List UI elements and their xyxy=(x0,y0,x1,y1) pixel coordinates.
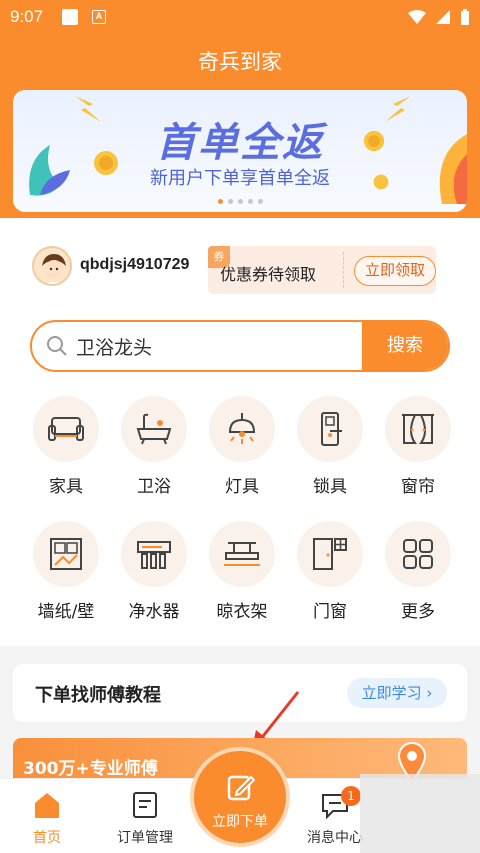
category-label: 窗帘 xyxy=(401,477,435,497)
category-label: 门窗 xyxy=(313,602,347,622)
lock-icon xyxy=(321,412,342,446)
coupon-card[interactable]: 券 优惠券待领取 立即领取 xyxy=(208,246,436,294)
curtain-icon xyxy=(402,414,434,444)
wifi-icon xyxy=(408,10,426,24)
nav-orders[interactable]: 订单管理 xyxy=(100,789,190,847)
learn-now-label: 立即学习 xyxy=(361,684,422,702)
page-title: 奇兵到家 xyxy=(198,50,282,74)
place-order-label: 立即下单 xyxy=(212,814,268,830)
status-icons xyxy=(408,9,470,25)
category-item[interactable]: 卫浴 xyxy=(110,396,198,497)
category-item[interactable]: 门窗 xyxy=(286,521,374,622)
water-purifier-icon xyxy=(137,541,171,569)
user-row: qbdjsj4910729 券 优惠券待领取 立即领取 xyxy=(32,246,452,294)
main-content: qbdjsj4910729 券 优惠券待领取 立即领取 搜索 家具 卫浴 xyxy=(0,218,480,646)
keyboard-icon: A xyxy=(92,10,106,24)
category-label: 晾衣架 xyxy=(216,602,268,622)
chevron-right-icon: › xyxy=(426,684,433,702)
promo-banner[interactable]: 首单全返 新用户下单享首单全返 xyxy=(13,90,467,212)
carousel-dot xyxy=(227,199,233,204)
tutorial-title: 下单找师傅教程 xyxy=(35,685,161,706)
promo-text: 300万+专业师傅 xyxy=(23,759,158,779)
lamp-icon xyxy=(228,413,256,444)
search-button[interactable]: 搜索 xyxy=(362,322,448,370)
category-icon-bg xyxy=(297,396,363,462)
search-icon xyxy=(47,336,67,356)
carousel-indicator xyxy=(13,199,467,204)
category-label: 净水器 xyxy=(128,602,180,622)
category-item[interactable]: 更多 xyxy=(374,521,462,622)
watermark-overlay xyxy=(360,774,480,853)
category-item[interactable]: 家具 xyxy=(22,396,110,497)
category-icon-bg xyxy=(297,521,363,587)
battery-icon xyxy=(461,9,469,25)
category-label: 墙纸/壁 xyxy=(37,602,95,622)
notification-icon xyxy=(62,9,78,25)
wallpaper-icon xyxy=(50,538,82,570)
category-item[interactable]: 墙纸/壁 xyxy=(22,521,110,622)
banner-subtitle: 新用户下单享首单全返 xyxy=(150,168,330,189)
category-label: 卫浴 xyxy=(137,477,171,497)
nav-home-label: 首页 xyxy=(33,830,61,846)
category-icon-bg xyxy=(121,521,187,587)
status-time: 9:07 xyxy=(10,7,44,26)
message-badge: 1 xyxy=(341,786,361,806)
category-icon-bg xyxy=(385,521,451,587)
category-label: 锁具 xyxy=(313,477,347,497)
grid-icon xyxy=(403,539,433,569)
place-order-button[interactable]: 立即下单 xyxy=(190,747,290,847)
sofa-icon xyxy=(48,417,84,441)
category-label: 灯具 xyxy=(225,477,259,497)
category-icon-bg xyxy=(209,396,275,462)
claim-coupon-button[interactable]: 立即领取 xyxy=(354,256,436,286)
avatar-icon xyxy=(34,248,70,284)
avatar[interactable] xyxy=(32,246,72,286)
nav-home[interactable]: 首页 xyxy=(2,789,92,847)
signal-icon xyxy=(436,10,450,24)
orders-icon xyxy=(133,792,157,818)
category-item[interactable]: 窗帘 xyxy=(374,396,462,497)
coupon-divider xyxy=(343,252,344,288)
carousel-dot xyxy=(237,199,243,204)
category-item[interactable]: 净水器 xyxy=(110,521,198,622)
category-icon-bg xyxy=(385,396,451,462)
home-icon xyxy=(35,793,59,818)
nav-orders-label: 订单管理 xyxy=(117,830,173,846)
carousel-dot xyxy=(247,199,253,204)
category-label: 家具 xyxy=(49,477,83,497)
door-icon xyxy=(313,538,347,570)
carousel-dot xyxy=(217,199,223,204)
search-bar[interactable]: 搜索 xyxy=(30,320,450,372)
category-label: 更多 xyxy=(401,602,435,622)
category-icon-bg xyxy=(33,396,99,462)
carousel-dot xyxy=(257,199,263,204)
status-bar: 9:07 A xyxy=(0,0,480,34)
bathtub-icon xyxy=(136,413,172,445)
category-icon-bg xyxy=(121,396,187,462)
edit-icon xyxy=(227,775,255,801)
username: qbdjsj4910729 xyxy=(80,256,190,273)
banner-title: 首单全返 xyxy=(156,120,324,166)
learn-now-button[interactable]: 立即学习 › xyxy=(347,678,447,708)
category-item[interactable]: 锁具 xyxy=(286,396,374,497)
category-item[interactable]: 晾衣架 xyxy=(198,521,286,622)
coupon-text: 优惠券待领取 xyxy=(220,265,317,284)
drying-rack-icon xyxy=(224,542,260,566)
tutorial-card[interactable]: 下单找师傅教程 立即学习 › xyxy=(13,664,467,722)
category-item[interactable]: 灯具 xyxy=(198,396,286,497)
category-icon-bg xyxy=(33,521,99,587)
category-icon-bg xyxy=(209,521,275,587)
search-input[interactable] xyxy=(76,335,346,357)
